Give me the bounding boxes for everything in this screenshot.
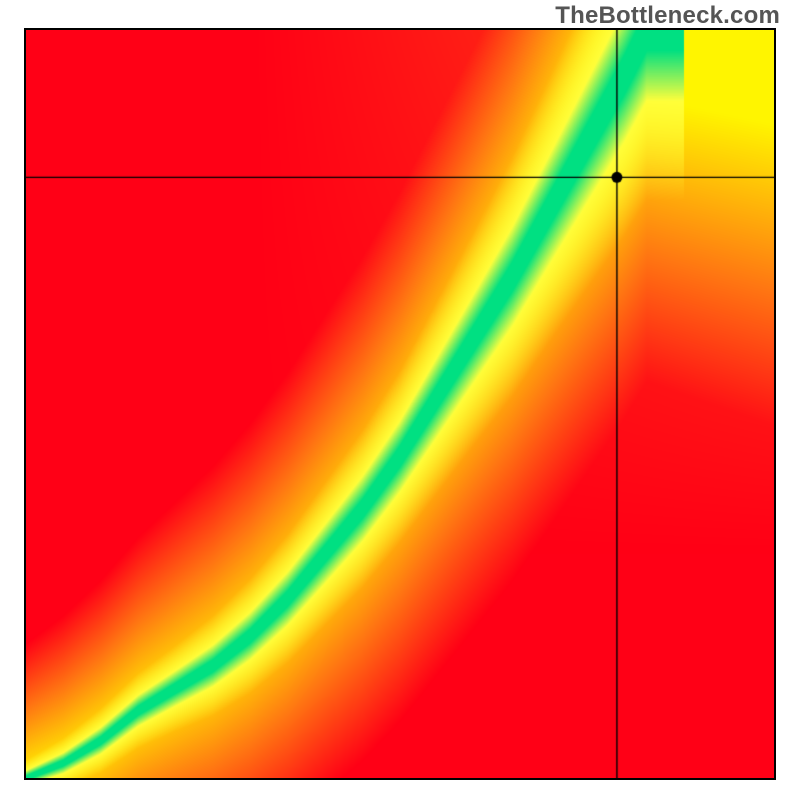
heatmap-plot xyxy=(24,28,776,780)
heatmap-canvas xyxy=(26,30,774,778)
watermark-text: TheBottleneck.com xyxy=(555,2,780,30)
